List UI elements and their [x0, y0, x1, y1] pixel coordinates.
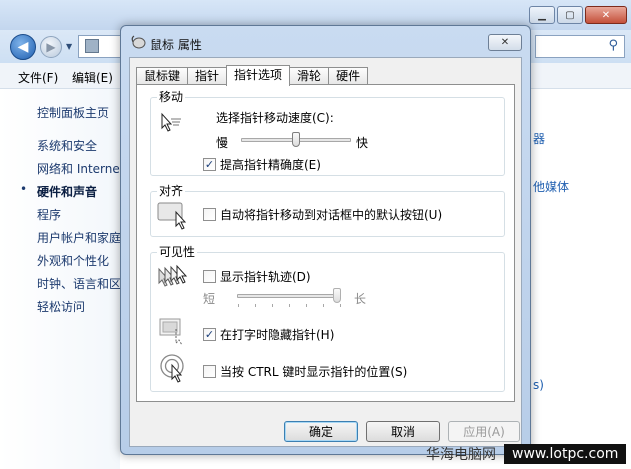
hide-while-typing-option[interactable]: ✓ 在打字时隐藏指针(H) [203, 326, 334, 343]
menu-file[interactable]: 文件(F) [18, 69, 58, 86]
slider-tick [255, 304, 256, 307]
site-watermark: 华海电脑网 www.lotpc.com [420, 438, 631, 469]
pointer-options-page: 移动 选择指针移动速度(C): 慢 快 ✓ 提高指针精确度(E) 对齐 自动将指… [136, 84, 515, 402]
trails-option[interactable]: 显示指针轨迹(D) [203, 268, 311, 285]
tab-buttons[interactable]: 鼠标键 [136, 67, 189, 85]
snap-label: 自动将指针移动到对话框中的默认按钮(U) [220, 208, 443, 222]
trails-long-label: 长 [354, 292, 367, 306]
ok-button[interactable]: 确定 [284, 421, 358, 442]
background-link-fragment[interactable]: s) [533, 378, 544, 392]
trails-slider-thumb[interactable] [333, 288, 341, 303]
sidebar-item-hardware[interactable]: 硬件和声音 [37, 183, 120, 200]
snap-group-label: 对齐 [157, 184, 186, 198]
close-icon[interactable]: ✕ [585, 6, 627, 24]
window-controls: ▁ ▢ ✕ [529, 6, 627, 24]
motion-group: 移动 选择指针移动速度(C): 慢 快 ✓ 提高指针精确度(E) [150, 90, 505, 176]
history-dropdown-icon[interactable]: ▼ [66, 42, 72, 51]
search-input[interactable]: ⚲ [535, 35, 625, 58]
trails-short-label: 短 [203, 292, 216, 306]
snap-to-button-icon [157, 202, 187, 230]
precision-option[interactable]: ✓ 提高指针精确度(E) [203, 156, 321, 173]
speed-slider-thumb[interactable] [292, 132, 300, 147]
slider-tick [306, 304, 307, 307]
tab-strip: 鼠标键 指针 指针选项 滑轮 硬件 [136, 65, 369, 86]
speed-label: 选择指针移动速度(C): [216, 111, 334, 125]
minimize-icon[interactable]: ▁ [529, 6, 555, 24]
sidebar-item-appearance[interactable]: 外观和个性化 [37, 252, 120, 269]
speed-fast-label: 快 [356, 136, 369, 150]
slider-tick [340, 304, 341, 307]
pointer-trails-icon [158, 264, 188, 287]
sidebar-item-programs[interactable]: 程序 [37, 206, 120, 223]
pointer-speed-icon [161, 112, 181, 132]
dialog-title: 鼠标 属性 [150, 38, 202, 52]
tab-pointers[interactable]: 指针 [187, 67, 228, 85]
sidebar-home-link[interactable]: 控制面板主页 [37, 104, 120, 121]
control-panel-icon [85, 39, 99, 53]
close-icon[interactable]: ✕ [488, 34, 522, 51]
menu-edit[interactable]: 编辑(E) [72, 69, 113, 86]
slider-tick [272, 304, 273, 307]
slider-tick [323, 304, 324, 307]
show-location-checkbox[interactable] [203, 365, 216, 378]
trails-checkbox[interactable] [203, 270, 216, 283]
mouse-properties-dialog: 鼠标 属性 ✕ 鼠标键 指针 指针选项 滑轮 硬件 移动 选择指针移动速度(C)… [120, 25, 531, 455]
sidebar-item-clock[interactable]: 时钟、语言和区域 [37, 275, 120, 292]
search-icon[interactable]: ⚲ [608, 38, 618, 53]
control-panel-sidebar: 控制面板主页 系统和安全 网络和 Internet • 硬件和声音 程序 用户帐… [0, 89, 120, 469]
trails-slider-track [237, 294, 341, 298]
watermark-url: www.lotpc.com [504, 443, 627, 464]
sidebar-item-network[interactable]: 网络和 Internet [37, 160, 120, 177]
snap-option[interactable]: 自动将指针移动到对话框中的默认按钮(U) [203, 206, 442, 223]
mouse-icon [131, 35, 146, 49]
visibility-group: 可见性 显示指针轨迹(D) 短 长 ✓ 在打字时隐藏指针(H) 当按 CTRL … [150, 245, 505, 392]
speed-slow-label: 慢 [216, 136, 229, 150]
watermark-site-name: 华海电脑网 [426, 446, 496, 463]
show-location-option[interactable]: 当按 CTRL 键时显示指针的位置(S) [203, 363, 407, 380]
tab-hardware[interactable]: 硬件 [328, 67, 369, 85]
tab-wheel[interactable]: 滑轮 [289, 67, 330, 85]
slider-tick [289, 304, 290, 307]
precision-label: 提高指针精确度(E) [220, 158, 321, 172]
background-link-fragment[interactable]: 器 [533, 130, 545, 147]
visibility-group-label: 可见性 [157, 245, 198, 259]
forward-arrow-icon[interactable]: ▶ [40, 36, 62, 58]
sidebar-item-security[interactable]: 系统和安全 [37, 137, 120, 154]
snap-checkbox[interactable] [203, 208, 216, 221]
hide-while-typing-label: 在打字时隐藏指针(H) [220, 328, 335, 342]
trails-label: 显示指针轨迹(D) [220, 270, 311, 284]
sidebar-item-accounts[interactable]: 用户帐户和家庭安全 [37, 229, 120, 246]
hide-pointer-icon [159, 318, 183, 345]
motion-group-label: 移动 [157, 90, 186, 104]
maximize-icon[interactable]: ▢ [557, 6, 583, 24]
back-arrow-icon[interactable]: ◀ [10, 34, 36, 60]
precision-checkbox[interactable]: ✓ [203, 158, 216, 171]
background-link-fragment[interactable]: 他媒体 [533, 178, 569, 195]
show-location-label: 当按 CTRL 键时显示指针的位置(S) [220, 365, 408, 379]
hide-while-typing-checkbox[interactable]: ✓ [203, 328, 216, 341]
sidebar-item-ease-of-access[interactable]: 轻松访问 [37, 298, 120, 315]
show-location-icon [160, 354, 184, 383]
tab-pointer-options[interactable]: 指针选项 [226, 65, 291, 86]
snap-group: 对齐 自动将指针移动到对话框中的默认按钮(U) [150, 184, 505, 237]
dialog-body: 鼠标键 指针 指针选项 滑轮 硬件 移动 选择指针移动速度(C): 慢 快 ✓ … [129, 57, 522, 447]
slider-tick [238, 304, 239, 307]
current-item-bullet: • [20, 182, 28, 196]
